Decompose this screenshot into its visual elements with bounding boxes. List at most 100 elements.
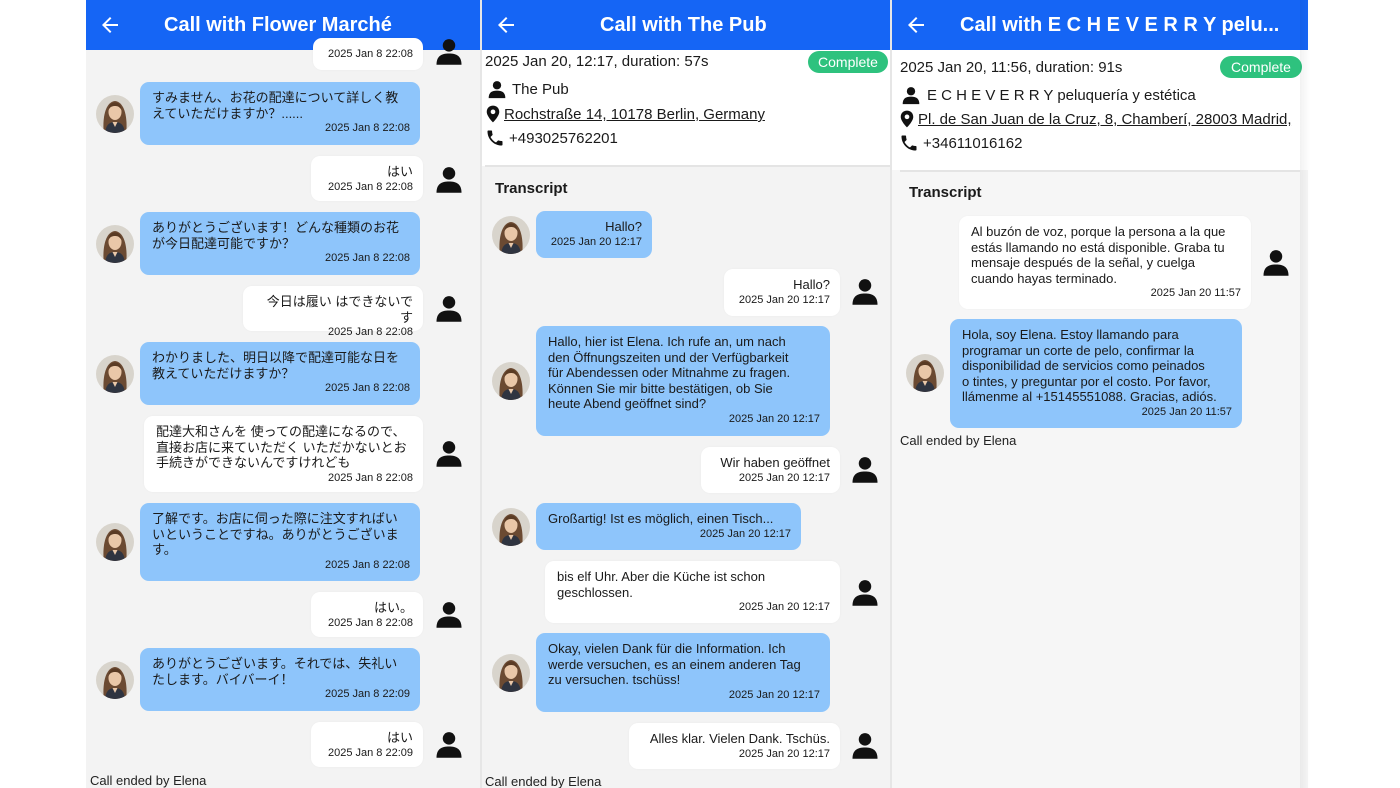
message-bubble: ありがとうございます。それでは、失礼い たします。バイバーイ！ 2025 Jan…: [140, 648, 420, 711]
message-text: Großartig! Ist es möglich, einen Tisch..…: [548, 511, 774, 526]
person-icon: [434, 164, 464, 194]
message-time: 2025 Jan 20 12:17: [738, 601, 830, 613]
message-text: Hola, soy Elena. Estoy llamando para pro…: [962, 327, 1217, 404]
message-text: Hallo?: [605, 219, 642, 234]
app-bar: Call with E C H E V E R R Y pelu...: [892, 0, 1308, 50]
message-time: 2025 Jan 20 12:17: [728, 412, 820, 425]
message-time: 2025 Jan 8 22:08: [327, 48, 413, 60]
page-title: Call with The Pub: [600, 13, 767, 36]
person-icon: [850, 276, 880, 306]
message-bubble: 今日は履い はできないです 2025 Jan 8 22:08: [243, 286, 423, 338]
person-icon: [434, 438, 464, 468]
message-time: 2025 Jan 8 22:08: [324, 558, 410, 571]
person-icon: [850, 577, 880, 607]
avatar: [96, 661, 134, 699]
avatar-photo: [492, 508, 530, 546]
avatar: [492, 654, 530, 692]
message-bubble: わかりました、明日以降で配達可能な日を 教えていただけますか？ 2025 Jan…: [140, 342, 420, 405]
message-text: ありがとうございます。それでは、失礼い たします。バイバーイ！: [152, 656, 398, 687]
page-title: Call with Flower Marché: [164, 13, 392, 36]
message-time: 2025 Jan 20 12:17: [738, 293, 830, 306]
message-time: 2025 Jan 8 22:09: [324, 688, 410, 700]
message-bubble: Al buzón de voz, porque la persona a la …: [959, 216, 1251, 309]
transcript-heading: Transcript: [909, 184, 982, 201]
avatar-photo: [96, 355, 134, 393]
message-bubble: Wir haben geöffnet 2025 Jan 20 12:17: [701, 447, 840, 493]
message-bubble: 了解です。お店に伺った際に注文すればい いということですね。ありがとうございま …: [140, 503, 420, 581]
message-bubble: ありがとうございます！どんな種類のお花 が今日配達可能ですか？ 2025 Jan…: [140, 212, 420, 275]
message-text: ありがとうございます！どんな種類のお花 が今日配達可能ですか？: [152, 220, 400, 251]
back-button[interactable]: [894, 0, 938, 50]
divider: [900, 170, 1300, 172]
back-button[interactable]: [484, 0, 528, 50]
avatar: [906, 354, 944, 392]
message-bubble: Hola, soy Elena. Estoy llamando para pro…: [950, 319, 1242, 428]
message-time: 2025 Jan 20 12:17: [738, 471, 830, 484]
message-bubble: Alles klar. Vielen Dank. Tschüs. 2025 Ja…: [629, 723, 840, 769]
avatar: [492, 362, 530, 400]
message-text: Wir haben geöffnet: [720, 455, 830, 470]
message-bubble: 2025 Jan 8 22:08: [313, 38, 423, 70]
message-bubble: bis elf Uhr. Aber die Küche ist schon ge…: [545, 561, 840, 623]
avatar: [96, 95, 134, 133]
phone-number[interactable]: +34611016162: [923, 135, 1022, 152]
status-badge: Complete: [1220, 56, 1302, 78]
message-text: はい: [386, 730, 413, 745]
avatar: [96, 355, 134, 393]
person-icon: [434, 293, 464, 323]
person-icon: [850, 730, 880, 760]
message-text: Hallo?: [793, 277, 830, 292]
message-bubble: Hallo? 2025 Jan 20 12:17: [536, 211, 652, 258]
message-time: 2025 Jan 8 22:08: [324, 382, 410, 394]
message-time: 2025 Jan 20 12:17: [699, 527, 791, 540]
message-text: Hallo, hier ist Elena. Ich rufe an, um n…: [548, 334, 791, 411]
message-bubble: Hallo? 2025 Jan 20 12:17: [724, 269, 840, 316]
business-name: E C H E V E R R Y peluquería y estética: [927, 87, 1196, 104]
transcript-heading: Transcript: [495, 180, 568, 197]
location-pin-icon: [483, 104, 503, 124]
avatar-photo: [492, 216, 530, 254]
message-text: 配達大和さんを 使っての配達になるので、 直接お店に来ていただく いただかないと…: [156, 424, 407, 470]
person-icon: [434, 599, 464, 629]
avatar-photo: [906, 354, 944, 392]
call-summary: 2025 Jan 20, 11:56, duration: 91s: [900, 59, 1123, 76]
arrow-left-icon: [494, 13, 518, 37]
message-bubble: Großartig! Ist es möglich, einen Tisch..…: [536, 503, 801, 550]
person-icon: [434, 36, 464, 66]
avatar: [492, 508, 530, 546]
avatar-photo: [96, 95, 134, 133]
call-panel-echeverry: Call with E C H E V E R R Y pelu... 2025…: [892, 0, 1308, 788]
call-panel-the-pub: Call with The Pub 2025 Jan 20, 12:17, du…: [482, 0, 891, 788]
divider: [485, 165, 890, 167]
arrow-left-icon: [904, 13, 928, 37]
avatar-photo: [96, 523, 134, 561]
message-bubble: Okay, vielen Dank für die Information. I…: [536, 633, 830, 712]
message-time: 2025 Jan 8 22:09: [327, 746, 413, 759]
back-button[interactable]: [88, 0, 132, 50]
person-icon: [850, 454, 880, 484]
message-time: 2025 Jan 20 12:17: [738, 747, 830, 760]
address-link[interactable]: Rochstraße 14, 10178 Berlin, Germany: [504, 106, 765, 123]
message-time: 2025 Jan 8 22:08: [324, 122, 410, 134]
business-name: The Pub: [512, 81, 569, 98]
message-bubble: すみません、お花の配達について詳しく教 えていただけますか？...... 202…: [140, 82, 420, 145]
arrow-left-icon: [98, 13, 122, 37]
person-icon: [901, 85, 921, 105]
phone-number[interactable]: +493025762201: [509, 130, 618, 147]
avatar-photo: [492, 654, 530, 692]
panel-edge-shadow: [1300, 0, 1310, 788]
message-text: Okay, vielen Dank für die Information. I…: [548, 641, 801, 687]
status-badge: Complete: [808, 51, 888, 73]
message-time: 2025 Jan 20 11:57: [1141, 405, 1232, 418]
message-text: わかりました、明日以降で配達可能な日を 教えていただけますか？: [152, 350, 400, 381]
message-time: 2025 Jan 20 12:17: [728, 688, 820, 701]
message-time: 2025 Jan 8 22:08: [324, 252, 410, 264]
message-bubble: はい 2025 Jan 8 22:08: [311, 156, 423, 201]
avatar: [96, 225, 134, 263]
call-panel-flower-marche: Call with Flower Marché 2025 Jan 8 22:08…: [86, 0, 481, 788]
phone-icon: [485, 128, 505, 148]
message-text: すみません、お花の配達について詳しく教 えていただけますか？......: [152, 90, 399, 121]
message-time: 2025 Jan 8 22:08: [327, 326, 413, 338]
address-link[interactable]: Pl. de San Juan de la Cruz, 8, Chamberí,…: [918, 111, 1308, 128]
avatar: [96, 523, 134, 561]
